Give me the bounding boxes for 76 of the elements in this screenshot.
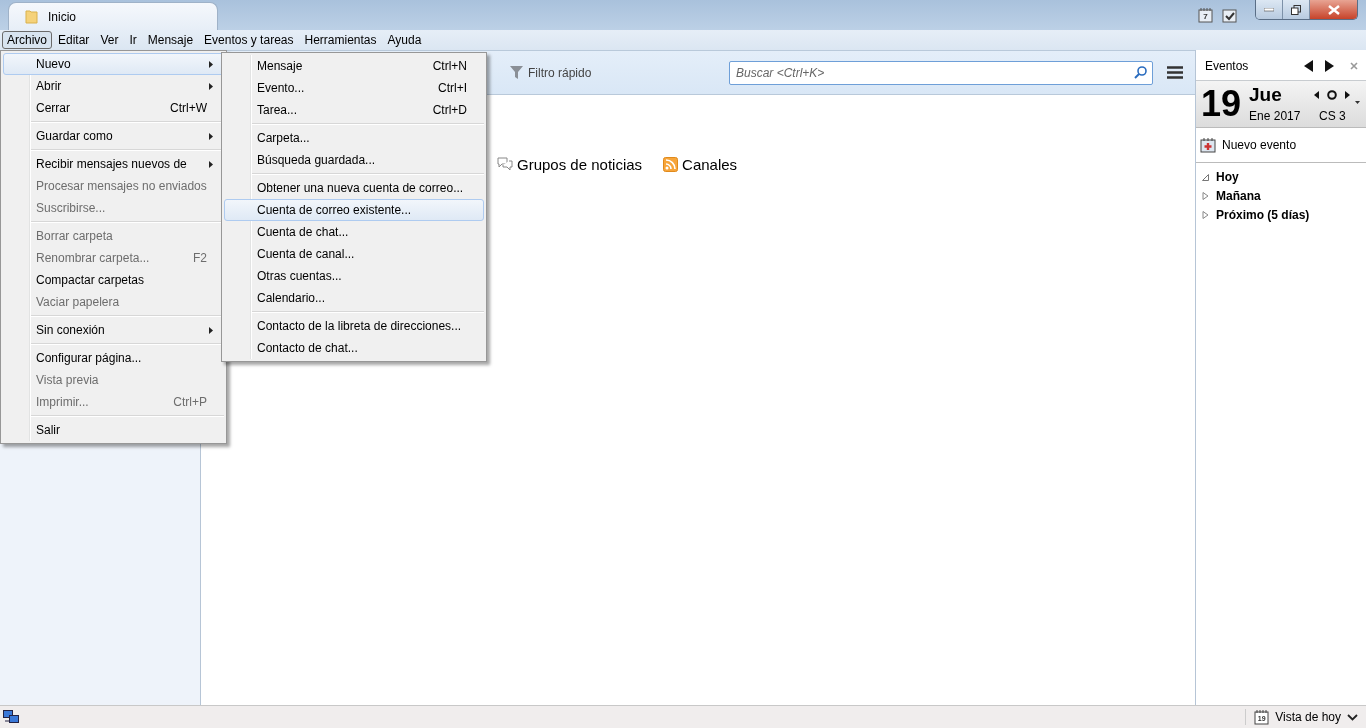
menu-bar-item[interactable]: Ir bbox=[124, 31, 142, 49]
menu-item[interactable]: Cuenta de chat... bbox=[224, 221, 484, 243]
month-year-label: Ene 2017 bbox=[1249, 109, 1301, 123]
menu-item[interactable]: Contacto de la libreta de direcciones... bbox=[224, 315, 484, 337]
menu-item[interactable]: Evento... Ctrl+I bbox=[224, 77, 484, 99]
menu-item[interactable]: Contacto de chat... bbox=[224, 337, 484, 359]
previous-arrow-icon[interactable] bbox=[1304, 60, 1313, 72]
menu-bar-item[interactable]: Ayuda bbox=[382, 31, 427, 49]
menu-item[interactable]: Cuenta de canal... bbox=[224, 243, 484, 265]
today-circle-icon[interactable] bbox=[1327, 90, 1338, 100]
chat-bubbles-icon bbox=[497, 157, 513, 172]
menu-item[interactable]: Calendario... bbox=[224, 287, 484, 309]
day-number: 19 bbox=[1201, 86, 1242, 122]
menu-item[interactable]: Compactar carpetas bbox=[3, 269, 224, 291]
restore-icon bbox=[1291, 4, 1301, 15]
dropdown-arrow-icon[interactable] bbox=[1355, 101, 1360, 104]
menu-item[interactable]: Otras cuentas... bbox=[224, 265, 484, 287]
calendar-plus-icon bbox=[1200, 137, 1216, 153]
collapsed-triangle-icon[interactable] bbox=[1202, 191, 1209, 200]
menu-item[interactable]: Obtener una nueva cuenta de correo... bbox=[224, 177, 484, 199]
tree-item[interactable]: Hoy bbox=[1202, 167, 1366, 186]
restore-button[interactable] bbox=[1283, 0, 1310, 19]
collapsed-triangle-icon[interactable] bbox=[1202, 210, 1209, 219]
shortcut-label: Ctrl+I bbox=[438, 81, 467, 95]
folder-icon bbox=[25, 9, 38, 24]
pane-title: Eventos bbox=[1205, 59, 1250, 73]
menu-item[interactable]: Tarea... Ctrl+D bbox=[224, 99, 484, 121]
shortcut-label: Ctrl+N bbox=[432, 59, 467, 73]
menu-item[interactable]: Configurar página... bbox=[3, 347, 224, 369]
filter-icon bbox=[510, 66, 523, 79]
menu-item[interactable]: Guardar como bbox=[3, 125, 224, 147]
task-list-icon[interactable] bbox=[1222, 7, 1237, 23]
close-icon bbox=[1327, 4, 1340, 15]
chevron-down-icon bbox=[1347, 713, 1358, 721]
menu-icon[interactable] bbox=[1167, 66, 1183, 79]
menu-item[interactable]: Nuevo bbox=[3, 53, 224, 75]
calendar-icon[interactable]: 7 bbox=[1198, 7, 1213, 23]
menu-bar-item[interactable]: Ver bbox=[95, 31, 124, 49]
new-event-button[interactable]: Nuevo evento bbox=[1196, 128, 1366, 163]
menu-bar-item[interactable]: Mensaje bbox=[142, 31, 199, 49]
expanded-triangle-icon[interactable] bbox=[1202, 172, 1209, 181]
tree-item[interactable]: Mañana bbox=[1202, 186, 1366, 205]
tree-item[interactable]: Próximo (5 días) bbox=[1202, 205, 1366, 224]
menu-item[interactable]: Recibir mensajes nuevos de bbox=[3, 153, 224, 175]
menu-item[interactable]: Cuenta de correo existente... bbox=[224, 199, 484, 221]
search-field[interactable]: Buscar <Ctrl+K> bbox=[729, 60, 1153, 85]
previous-day-icon[interactable] bbox=[1314, 91, 1320, 99]
close-button[interactable] bbox=[1310, 0, 1357, 19]
account-link[interactable]: Grupos de noticias bbox=[497, 156, 643, 173]
menu-item[interactable]: Abrir bbox=[3, 75, 224, 97]
menu-bar-item[interactable]: Editar bbox=[53, 31, 95, 49]
weekday-label: Jue bbox=[1249, 85, 1283, 105]
menu-item[interactable]: Búsqueda guardada... bbox=[224, 149, 484, 171]
computers-icon[interactable] bbox=[3, 710, 19, 724]
account-link[interactable]: Canales bbox=[663, 156, 738, 173]
menu-bar-item[interactable]: Herramientas bbox=[299, 31, 382, 49]
menu-item[interactable]: Mensaje Ctrl+N bbox=[224, 55, 484, 77]
shortcut-label: Ctrl+W bbox=[170, 101, 207, 115]
shortcut-label: Ctrl+D bbox=[432, 103, 467, 117]
menu-item[interactable]: Salir bbox=[3, 419, 224, 441]
menu-bar-item[interactable]: Archivo bbox=[2, 31, 52, 49]
shortcut-label: Ctrl+P bbox=[173, 395, 207, 409]
minimize-icon bbox=[1264, 7, 1274, 12]
menu-item[interactable]: Cerrar Ctrl+W bbox=[3, 97, 224, 119]
week-label: CS 3 bbox=[1319, 109, 1346, 123]
next-arrow-icon[interactable] bbox=[1325, 60, 1334, 72]
menu-item[interactable]: Carpeta... bbox=[224, 127, 484, 149]
search-icon bbox=[1134, 65, 1147, 79]
next-day-icon[interactable] bbox=[1345, 91, 1351, 99]
menu-item[interactable]: Sin conexión bbox=[3, 319, 224, 341]
shortcut-label: F2 bbox=[193, 251, 207, 265]
tab[interactable]: Inicio bbox=[8, 2, 218, 30]
close-icon[interactable] bbox=[1350, 62, 1358, 70]
quick-filter-button[interactable]: Filtro rápido bbox=[510, 65, 592, 80]
menu-bar-item[interactable]: Eventos y tareas bbox=[199, 31, 299, 49]
rss-icon bbox=[663, 157, 679, 172]
